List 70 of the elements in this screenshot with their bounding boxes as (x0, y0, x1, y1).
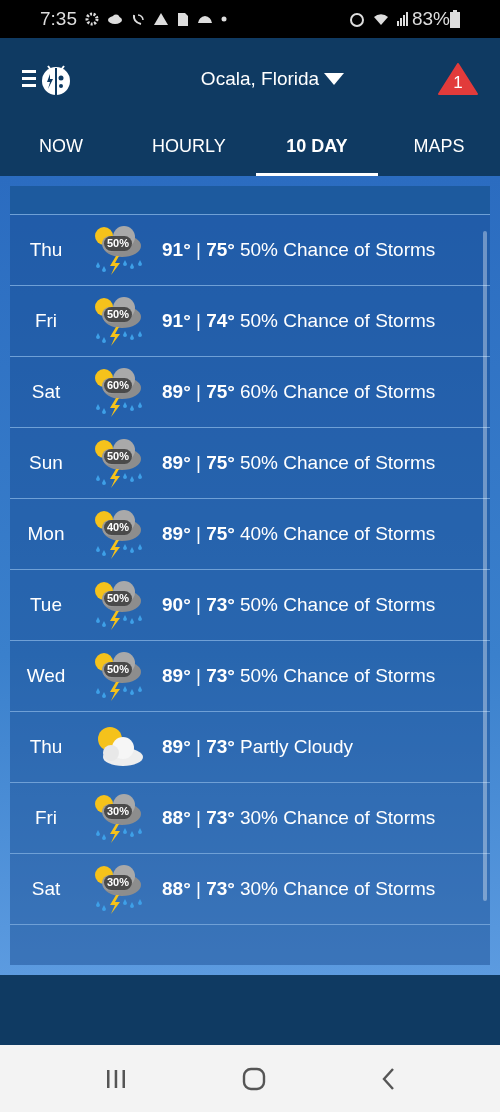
day-label: Thu (28, 237, 64, 262)
forecast-summary: 30% Chance of Storms (239, 805, 436, 830)
forecast-row[interactable]: Mon 40% 89° | 75° 40% Chance of Storms (10, 499, 490, 570)
precip-percent: 50% (104, 449, 133, 464)
temperature-range: 89° | 73° (162, 663, 235, 688)
precip-percent: 30% (104, 804, 133, 819)
day-label: Fri (33, 805, 59, 830)
forecast-summary: 50% Chance of Storms (239, 592, 436, 617)
precip-percent: 30% (104, 875, 133, 890)
forecast-summary: 30% Chance of Storms (239, 876, 436, 901)
forecast-summary: 40% Chance of Storms (239, 521, 436, 546)
tab[interactable]: HOURLY (122, 120, 256, 176)
settings-icon (85, 12, 99, 26)
forecast-row[interactable]: Fri 50% 91° | 74° 50% Chance of Storms (10, 286, 490, 357)
sim-icon (177, 11, 189, 27)
day-label: Sun (28, 450, 64, 475)
forecast-row[interactable]: Wed 50% 89° | 73° 50% Chance of Storms (10, 641, 490, 712)
temperature-range: 90° | 73° (162, 592, 235, 617)
temperature-range: 88° | 73° (162, 805, 235, 830)
forecast-row[interactable]: Thu 89° | 73° Partly Cloudy (10, 712, 490, 783)
alert-button[interactable]: 1 (438, 63, 478, 95)
temperature-range: 88° | 73° (162, 876, 235, 901)
wifi-call-icon (131, 12, 145, 26)
cloud-icon (107, 14, 123, 24)
forecast-summary: Partly Cloudy (239, 734, 353, 759)
temperature-range: 89° | 75° (162, 521, 235, 546)
precip-percent: 50% (104, 591, 133, 606)
temperature-range: 89° | 73° (162, 734, 235, 759)
temperature-range: 89° | 75° (162, 379, 235, 404)
battery-percent: 83% (411, 6, 450, 31)
battery-icon (450, 10, 460, 28)
tab[interactable]: NOW (9, 120, 114, 176)
wifi-icon (372, 11, 389, 27)
precip-percent: 50% (104, 307, 133, 322)
forecast-row[interactable]: Sat 60% 89° | 75° 60% Chance of Storms (10, 357, 490, 428)
warning-icon (153, 12, 169, 26)
day-label: Sat (30, 876, 62, 901)
forecast-summary: 50% Chance of Storms (239, 237, 436, 262)
day-label: Fri (33, 308, 59, 333)
forecast-row[interactable]: Sat 30% 88° | 73° 30% Chance of Storms (10, 854, 490, 925)
forecast-summary: 60% Chance of Storms (239, 379, 436, 404)
recent-apps-icon[interactable] (105, 1068, 128, 1089)
forecast-row[interactable]: Tue 50% 90° | 73° 50% Chance of Storms (10, 570, 490, 641)
forecast-row[interactable]: Fri 30% 88° | 73° 30% Chance of Storms (10, 783, 490, 854)
tab[interactable]: MAPS (383, 120, 495, 176)
cloud-icon (197, 14, 213, 24)
location-dropdown[interactable]: Ocala, Florida (200, 64, 346, 94)
temperature-range: 91° | 75° (162, 237, 235, 262)
precip-percent: 50% (104, 236, 133, 251)
day-label: Tue (28, 592, 63, 617)
alarm-icon (348, 11, 365, 27)
forecast-row[interactable]: Thu 50% 91° | 75° 50% Chance of Storms (10, 215, 490, 286)
signal-icon (396, 12, 408, 26)
precip-percent: 60% (104, 378, 133, 393)
precip-percent: 40% (104, 520, 133, 535)
day-label: Mon (26, 521, 66, 546)
back-icon[interactable] (380, 1066, 395, 1091)
forecast-row[interactable]: Sun 50% 89° | 75° 50% Chance of Storms (10, 428, 490, 499)
forecast-summary: 50% Chance of Storms (239, 450, 436, 475)
precip-percent: 50% (104, 662, 133, 677)
status-time: 7:35 (40, 6, 77, 31)
day-label: Wed (25, 663, 67, 688)
temperature-range: 89° | 75° (162, 450, 235, 475)
home-icon[interactable] (242, 1066, 266, 1091)
day-label: Thu (28, 734, 64, 759)
temperature-range: 91° | 74° (162, 308, 235, 333)
caret-icon (323, 72, 346, 86)
day-label: Sat (30, 379, 62, 404)
forecast-summary: 50% Chance of Storms (239, 663, 436, 688)
forecast-summary: 50% Chance of Storms (239, 308, 436, 333)
